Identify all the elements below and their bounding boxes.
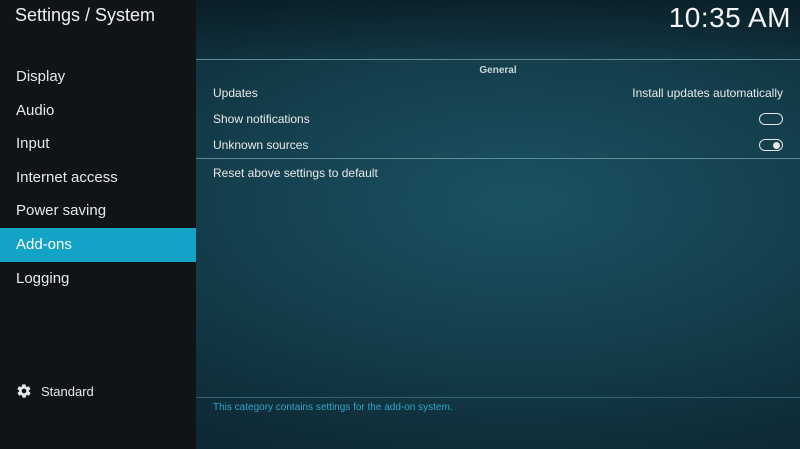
sidebar-item-add-ons[interactable]: Add-ons (0, 227, 196, 262)
setting-unknown-sources[interactable]: Unknown sources (213, 132, 783, 158)
settings-level-button[interactable]: Standard (16, 381, 94, 401)
sidebar-item-input[interactable]: Input (0, 127, 196, 161)
group-title: General (479, 65, 517, 76)
sidebar-item-audio[interactable]: Audio (0, 94, 196, 128)
sidebar-menu: Display Audio Input Internet access Powe… (0, 60, 196, 295)
description-divider (196, 397, 800, 398)
setting-updates-value: Install updates automatically (632, 86, 783, 100)
kodi-settings-screen: Settings / System Display Audio Input In… (0, 0, 800, 449)
sidebar: Settings / System Display Audio Input In… (0, 0, 196, 449)
category-description: This category contains settings for the … (213, 402, 453, 413)
group-bottom-divider (196, 158, 800, 159)
sidebar-item-display[interactable]: Display (0, 60, 196, 94)
group-top-divider (196, 59, 800, 60)
sidebar-item-power-saving[interactable]: Power saving (0, 194, 196, 228)
setting-show-notifications[interactable]: Show notifications (213, 106, 783, 132)
unknown-sources-toggle[interactable] (759, 139, 783, 151)
reset-settings-button[interactable]: Reset above settings to default (213, 160, 783, 186)
breadcrumb: Settings / System (15, 5, 156, 25)
toggle-knob (773, 141, 780, 149)
settings-level-label: Standard (41, 383, 94, 399)
clock: 10:35 AM (668, 2, 791, 33)
setting-updates[interactable]: Updates Install updates automatically (213, 80, 783, 106)
gear-icon (17, 384, 31, 398)
show-notifications-toggle[interactable] (759, 113, 783, 125)
settings-panel: General Updates Install updates automati… (196, 59, 800, 399)
sidebar-item-logging[interactable]: Logging (0, 262, 196, 296)
reset-settings-label: Reset above settings to default (213, 166, 378, 180)
setting-updates-label: Updates (213, 86, 258, 100)
setting-unknown-sources-label: Unknown sources (213, 138, 309, 152)
sidebar-item-internet-access[interactable]: Internet access (0, 161, 196, 195)
setting-show-notifications-label: Show notifications (213, 112, 310, 126)
